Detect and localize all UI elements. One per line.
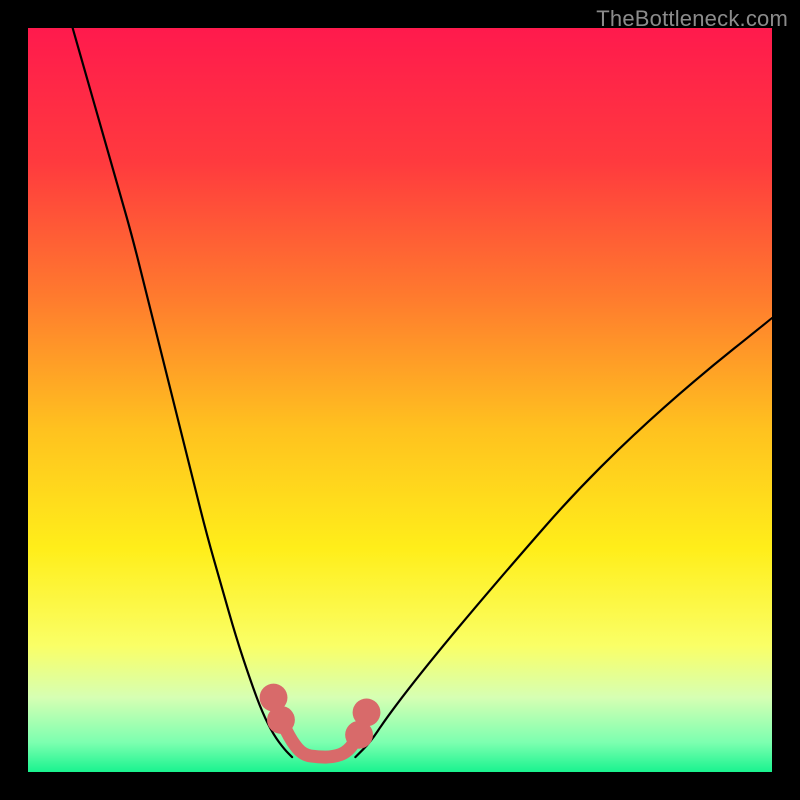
watermark-text: TheBottleneck.com bbox=[596, 6, 788, 32]
plot-area bbox=[28, 28, 772, 772]
chart-frame: TheBottleneck.com bbox=[0, 0, 800, 800]
chart-canvas bbox=[28, 28, 772, 772]
marker-point bbox=[267, 706, 295, 734]
marker-point bbox=[353, 699, 381, 727]
chart-background bbox=[28, 28, 772, 772]
